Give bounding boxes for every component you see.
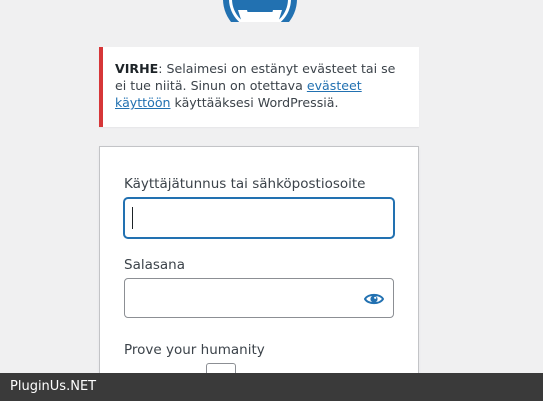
error-strong: VIRHE [115,61,159,76]
password-input[interactable] [124,278,394,318]
username-input[interactable] [124,198,394,238]
eye-icon[interactable] [363,290,385,308]
login-form: Käyttäjätunnus tai sähköpostiosoite Sala… [99,146,419,393]
text-caret [132,207,133,229]
humanity-label: Prove your humanity [124,342,265,358]
username-label: Käyttäjätunnus tai sähköpostiosoite [124,176,366,192]
error-notice: VIRHE: Selaimesi on estänyt evästeet tai… [99,47,419,127]
password-label: Salasana [124,257,186,273]
watermark-text: PluginUs.NET [10,379,97,394]
error-text-after: käyttääksesi WordPressiä. [170,95,339,110]
watermark-bar: PluginUs.NET [0,373,543,401]
wordpress-logo-icon[interactable] [221,0,299,22]
